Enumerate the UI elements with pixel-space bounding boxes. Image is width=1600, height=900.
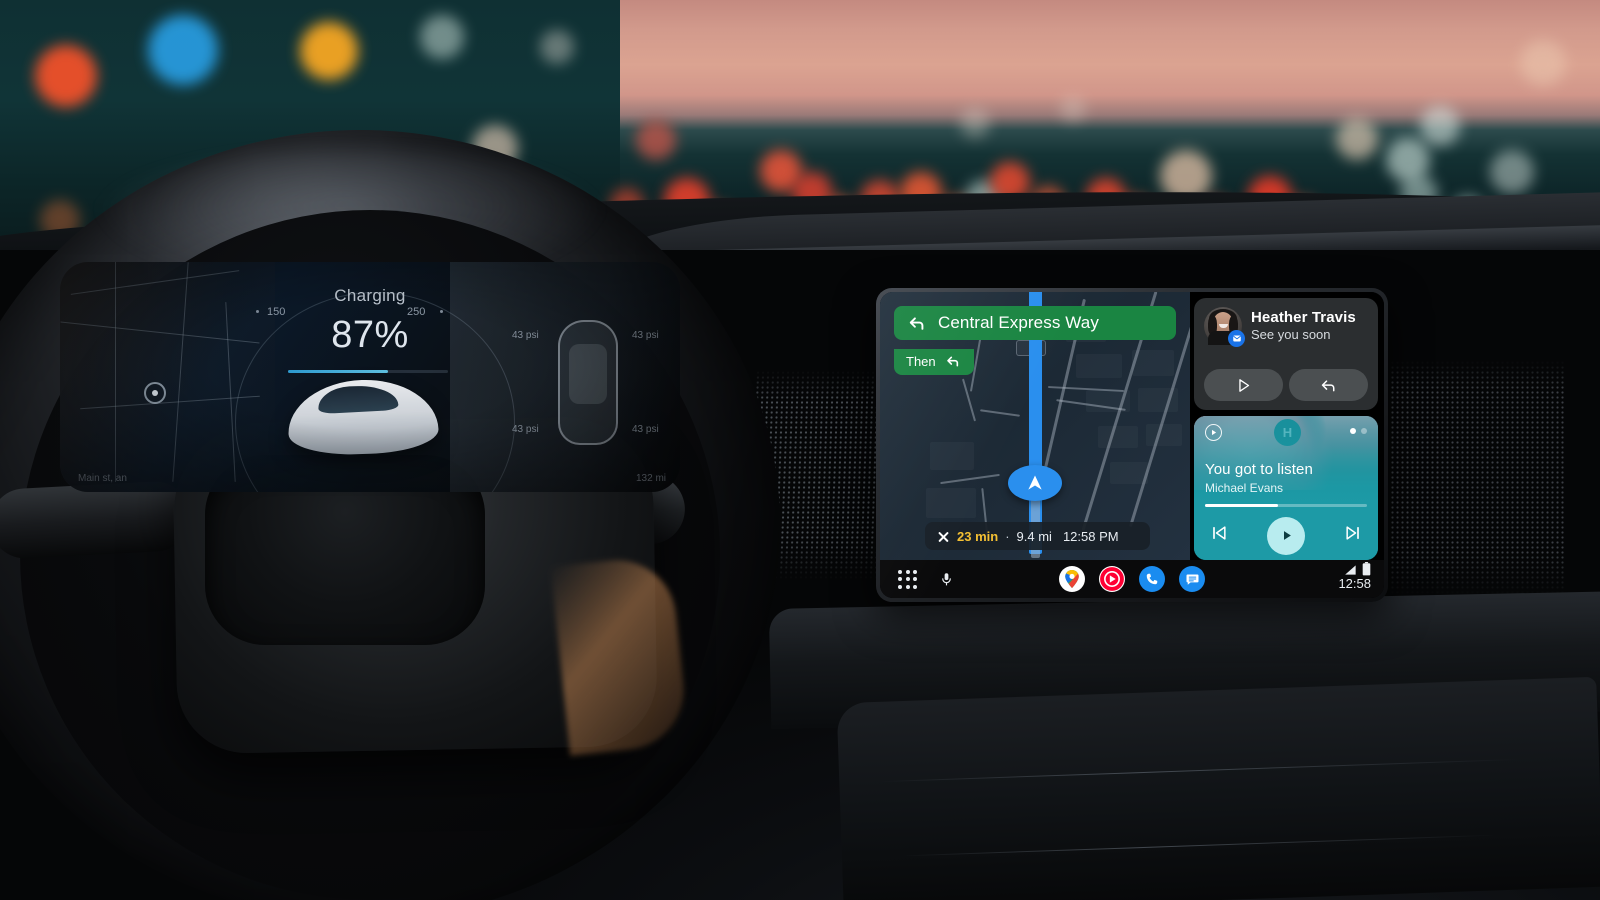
navigation-then-label: Then — [906, 353, 936, 369]
map-block — [926, 488, 976, 518]
play-icon — [1283, 531, 1291, 540]
map-block — [1146, 424, 1182, 446]
message-sender: Heather Travis — [1251, 309, 1356, 327]
message-text-block: Heather Travis See you soon — [1251, 309, 1356, 343]
media-track-title: You got to listen — [1205, 461, 1313, 478]
tire-pressure-fl: 43 psi — [512, 330, 539, 341]
media-artist-name: Michael Evans — [1205, 481, 1284, 495]
map-block — [1098, 426, 1138, 448]
phone-icon[interactable] — [1139, 566, 1165, 592]
eta-bar[interactable]: 23 min · 9.4 mi 12:58 PM — [925, 522, 1150, 550]
message-play-button[interactable] — [1204, 369, 1283, 401]
message-header: Heather Travis See you soon — [1204, 307, 1368, 347]
eta-distance: 9.4 mi — [1016, 528, 1052, 544]
message-card[interactable]: Heather Travis See you soon — [1194, 298, 1378, 410]
bokeh-light — [960, 108, 990, 138]
taskbar: 12:58 — [880, 560, 1384, 598]
taskbar-status: 12:58 — [1338, 562, 1371, 590]
youtube-music-icon[interactable] — [1099, 566, 1125, 592]
taskbar-clock: 12:58 — [1338, 576, 1371, 591]
widget-column: Heather Travis See you soon You got to l… — [1190, 292, 1384, 560]
bokeh-light — [1336, 118, 1378, 160]
signal-icon — [1345, 565, 1356, 575]
cluster-charge-bar-fill — [288, 370, 388, 373]
bokeh-light — [1490, 150, 1534, 194]
bokeh-light — [1520, 40, 1566, 86]
messages-icon[interactable] — [1179, 566, 1205, 592]
media-card[interactable]: H — [1194, 416, 1378, 560]
page-indicator — [1350, 428, 1367, 434]
map-block — [930, 442, 974, 470]
cluster-map-label: Main st, an — [78, 473, 127, 484]
taskbar-apps — [880, 566, 1384, 592]
media-play-button[interactable] — [1267, 516, 1305, 555]
media-next-button[interactable] — [1343, 523, 1363, 548]
cluster-tick-dot-low — [256, 310, 259, 313]
navigation-banner[interactable]: Central Express Way — [894, 306, 1176, 340]
bokeh-light — [300, 22, 358, 80]
battery-icon — [1362, 562, 1371, 576]
tire-pressure-rl: 43 psi — [512, 424, 539, 435]
maps-pin-icon — [1065, 570, 1079, 588]
bokeh-light — [540, 30, 574, 64]
message-actions — [1204, 369, 1368, 401]
bokeh-light — [1060, 96, 1086, 122]
tire-pressure-rr: 43 psi — [632, 424, 659, 435]
media-controls — [1205, 516, 1367, 555]
map-position-marker — [1008, 465, 1062, 501]
cluster-range-label: 132 mi — [635, 473, 666, 484]
page-dot-inactive — [1361, 428, 1367, 434]
youtube-music-icon — [1205, 424, 1222, 441]
navigation-chevron-icon — [1028, 475, 1042, 490]
navigation-street-name: Central Express Way — [938, 313, 1099, 332]
eta-duration: 23 min — [957, 528, 999, 544]
head-unit-content: Central Express Way Then 23 min · 9.4 mi… — [880, 292, 1384, 560]
speaker-grille-right — [1390, 360, 1565, 595]
eta-arrival-time: 12:58 PM — [1062, 528, 1119, 544]
center-console — [836, 676, 1600, 900]
turn-left-icon — [946, 356, 958, 367]
bokeh-light — [35, 45, 97, 107]
close-icon[interactable] — [937, 530, 950, 543]
maps-icon[interactable] — [1059, 566, 1085, 592]
play-triangle-icon — [1212, 429, 1217, 436]
instrument-cluster: 150 250 Charging 87% 43 psi 43 psi 43 ps… — [60, 262, 680, 492]
map-pane[interactable]: Central Express Way Then 23 min · 9.4 mi… — [880, 292, 1190, 560]
map-block — [1076, 354, 1122, 378]
navigation-then-chip[interactable]: Then — [894, 349, 974, 375]
reply-icon — [1321, 379, 1335, 391]
media-progress-fill — [1205, 504, 1278, 507]
eta-separator: · — [1005, 528, 1010, 544]
media-content: You got to listen Michael Evans — [1194, 416, 1378, 560]
youtube-music-glyph — [1100, 567, 1124, 591]
bokeh-light — [1420, 106, 1460, 146]
cluster-tick-dot-high — [440, 310, 443, 313]
bokeh-light — [636, 120, 676, 160]
media-previous-button[interactable] — [1209, 523, 1229, 548]
messages-bubble-icon — [1186, 574, 1198, 585]
bokeh-light — [148, 15, 218, 85]
message-preview: See you soon — [1251, 326, 1331, 342]
status-icons — [1344, 562, 1371, 576]
head-unit-screen: Central Express Way Then 23 min · 9.4 mi… — [880, 292, 1384, 598]
turn-left-icon — [909, 317, 924, 330]
phone-handset-icon — [1146, 573, 1158, 585]
cluster-map-location-dot — [144, 382, 166, 404]
screenshot-stage: 150 250 Charging 87% 43 psi 43 psi 43 ps… — [0, 0, 1600, 900]
media-progress-track[interactable] — [1205, 504, 1367, 507]
skip-next-icon — [1346, 526, 1359, 540]
play-icon — [1239, 378, 1250, 392]
bokeh-light — [420, 15, 464, 59]
tire-pressure-fr: 43 psi — [632, 330, 659, 341]
cluster-tire-diagram — [558, 320, 618, 445]
skip-previous-icon — [1213, 526, 1226, 540]
messages-badge-icon — [1228, 330, 1245, 347]
page-dot-active — [1350, 428, 1356, 434]
avatar — [1204, 307, 1245, 347]
message-bubble-icon — [1232, 335, 1241, 342]
head-unit-bezel: Central Express Way Then 23 min · 9.4 mi… — [876, 288, 1388, 602]
message-reply-button[interactable] — [1289, 369, 1368, 401]
